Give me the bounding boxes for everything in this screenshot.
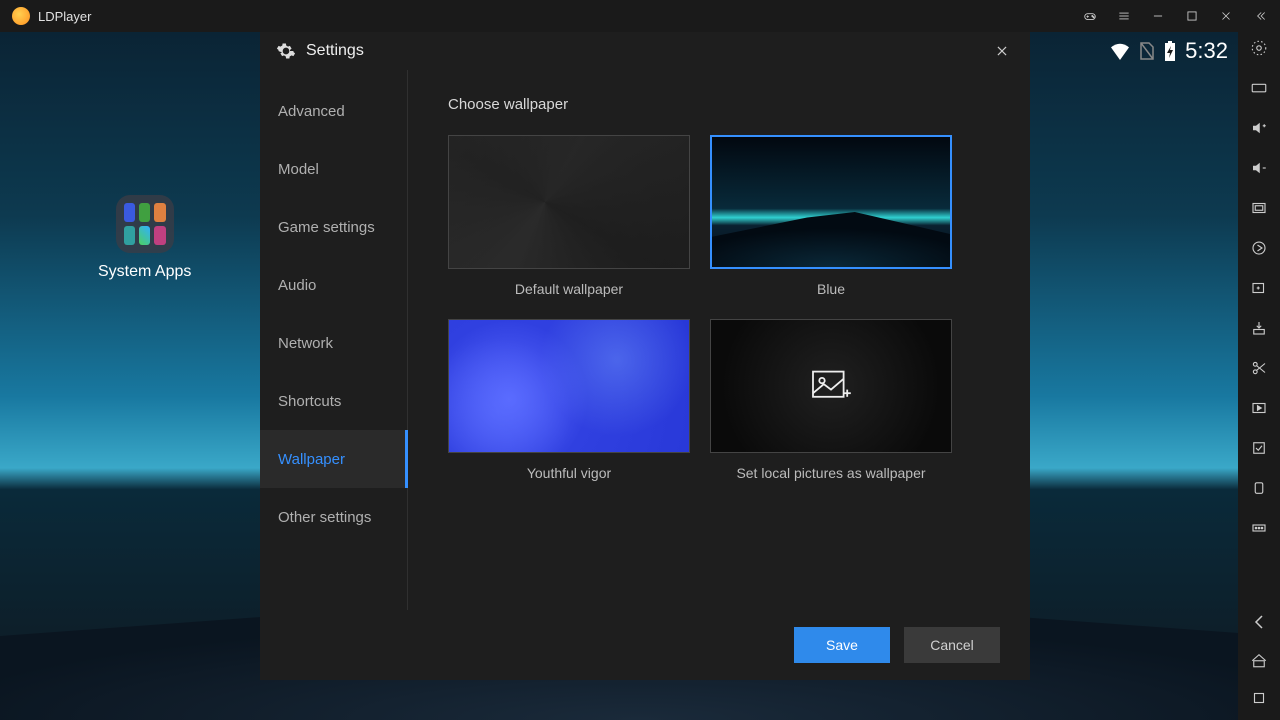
wallpaper-option-blue[interactable]: Blue [710, 135, 952, 297]
wallpaper-label: Youthful vigor [527, 465, 611, 481]
wallpaper-label: Default wallpaper [515, 281, 623, 297]
no-sim-icon [1139, 41, 1155, 61]
wallpaper-thumb-blue [710, 135, 952, 269]
folder-icon [116, 195, 174, 253]
fullscreen-icon[interactable] [1249, 198, 1269, 218]
scissors-icon[interactable] [1249, 358, 1269, 378]
sidebar-item-shortcuts[interactable]: Shortcuts [260, 372, 407, 430]
sidebar-item-advanced[interactable]: Advanced [260, 82, 407, 140]
close-settings-button[interactable] [990, 39, 1014, 63]
sidebar-item-wallpaper[interactable]: Wallpaper [260, 430, 408, 488]
cancel-button[interactable]: Cancel [904, 627, 1000, 663]
wallpaper-label: Set local pictures as wallpaper [736, 465, 925, 481]
sidebar-item-network[interactable]: Network [260, 314, 407, 372]
settings-title: Settings [306, 42, 364, 60]
close-icon[interactable] [1218, 8, 1234, 24]
install-apk-icon[interactable] [1249, 318, 1269, 338]
gamepad-icon[interactable] [1082, 8, 1098, 24]
sidebar-item-other-settings[interactable]: Other settings [260, 488, 407, 546]
home-icon[interactable] [1249, 650, 1269, 670]
maximize-icon[interactable] [1184, 8, 1200, 24]
more-icon[interactable] [1249, 518, 1269, 538]
wallpaper-option-default[interactable]: Default wallpaper [448, 135, 690, 297]
sync-icon[interactable] [1249, 238, 1269, 258]
wallpaper-thumb-local [710, 319, 952, 453]
settings-dialog: Settings AdvancedModelGame settingsAudio… [260, 32, 1030, 680]
battery-icon [1163, 40, 1177, 62]
titlebar: LDPlayer [0, 0, 1280, 32]
recent-icon[interactable] [1249, 688, 1269, 708]
back-icon[interactable] [1249, 612, 1269, 632]
clock: 5:32 [1185, 38, 1228, 64]
wallpaper-option-vigor[interactable]: Youthful vigor [448, 319, 690, 481]
wifi-icon [1109, 42, 1131, 60]
settings-gear-icon[interactable] [1249, 38, 1269, 58]
minimize-icon[interactable] [1150, 8, 1166, 24]
collapse-sidebar-icon[interactable] [1252, 8, 1268, 24]
wallpaper-label: Blue [817, 281, 845, 297]
wallpaper-thumb-vigor [448, 319, 690, 453]
menu-icon[interactable] [1116, 8, 1132, 24]
volume-down-icon[interactable] [1249, 158, 1269, 178]
sidebar-item-model[interactable]: Model [260, 140, 407, 198]
record-icon[interactable] [1249, 398, 1269, 418]
android-status-bar: 5:32 [1109, 38, 1228, 64]
settings-footer: Save Cancel [260, 610, 1030, 680]
app-title: LDPlayer [38, 9, 91, 24]
multi-instance-icon[interactable] [1249, 278, 1269, 298]
rotate-icon[interactable] [1249, 478, 1269, 498]
save-button[interactable]: Save [794, 627, 890, 663]
keyboard-icon[interactable] [1249, 78, 1269, 98]
system-apps-folder[interactable]: System Apps [98, 195, 191, 281]
ldplayer-logo-icon [12, 7, 30, 25]
settings-content: Choose wallpaper Default wallpaper Blue Yo… [408, 70, 1030, 610]
operation-record-icon[interactable] [1249, 438, 1269, 458]
wallpaper-thumb-default [448, 135, 690, 269]
settings-sidebar: AdvancedModelGame settingsAudioNetworkSh… [260, 70, 408, 610]
settings-header: Settings [260, 32, 1030, 70]
sidebar-item-audio[interactable]: Audio [260, 256, 407, 314]
section-title: Choose wallpaper [448, 96, 990, 113]
right-toolbar [1238, 32, 1280, 720]
volume-up-icon[interactable] [1249, 118, 1269, 138]
desktop-icon-label: System Apps [98, 263, 191, 281]
wallpaper-grid: Default wallpaper Blue Youthful vigor Set l… [448, 135, 990, 481]
sidebar-item-game-settings[interactable]: Game settings [260, 198, 407, 256]
gear-icon [276, 41, 296, 61]
wallpaper-option-local[interactable]: Set local pictures as wallpaper [710, 319, 952, 481]
